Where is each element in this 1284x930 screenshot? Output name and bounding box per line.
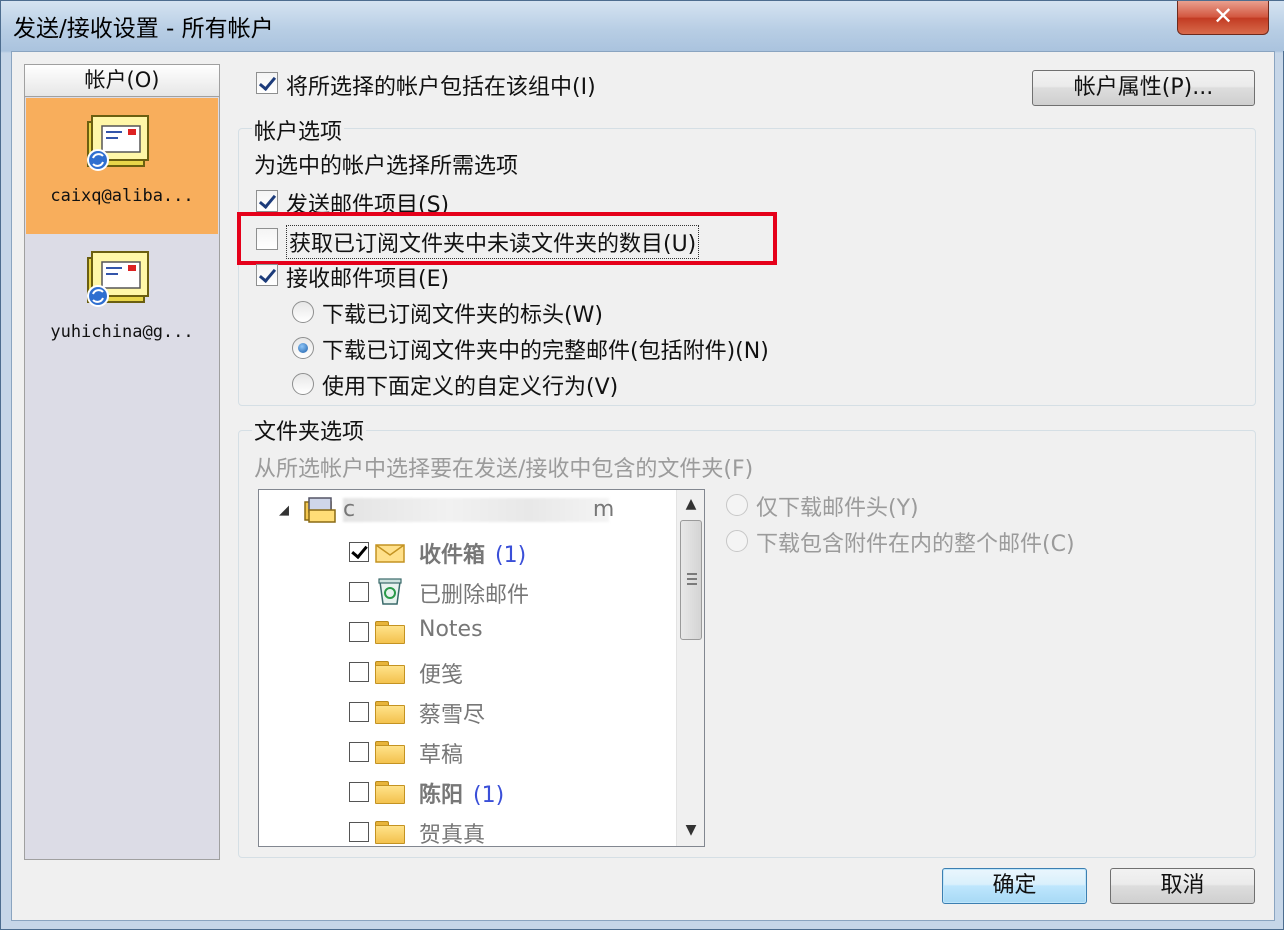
download-headers-radio[interactable] bbox=[292, 301, 314, 323]
grip-icon bbox=[687, 573, 697, 585]
scroll-thumb[interactable] bbox=[680, 520, 702, 640]
unread-count-checkbox[interactable] bbox=[256, 228, 278, 250]
tree-scrollbar[interactable]: ▲ ▼ bbox=[676, 490, 704, 846]
folder-options-title: 文件夹选项 bbox=[252, 414, 367, 446]
unread-count-label: 获取已订阅文件夹中未读文件夹的数目(U) bbox=[286, 225, 700, 259]
download-full-items-label: 下载已订阅文件夹中的完整邮件(包括附件)(N) bbox=[322, 339, 769, 364]
account-list-header[interactable]: 帐户(O) bbox=[25, 65, 219, 97]
folder-icon bbox=[375, 741, 405, 764]
folder-checkbox[interactable] bbox=[349, 662, 369, 682]
tree-folder-row[interactable]: 便笺 bbox=[259, 652, 669, 692]
folder-checkbox[interactable] bbox=[349, 542, 369, 562]
tree-account-row[interactable]: ◢ c m bbox=[259, 492, 669, 532]
cancel-button[interactable]: 取消 bbox=[1110, 868, 1255, 904]
tree-folder-row[interactable]: 草稿 bbox=[259, 732, 669, 772]
folder-name: Notes bbox=[419, 617, 483, 642]
folder-icon bbox=[375, 661, 405, 684]
title-bar[interactable]: 发送/接收设置 - 所有帐户 ✕ bbox=[1, 1, 1284, 51]
folder-icon bbox=[375, 821, 405, 844]
custom-behavior-radio[interactable] bbox=[292, 373, 314, 395]
include-account-checkbox[interactable] bbox=[256, 72, 278, 94]
account-properties-button[interactable]: 帐户属性(P)... bbox=[1032, 70, 1255, 106]
download-headers-label: 下载已订阅文件夹的标头(W) bbox=[322, 303, 603, 328]
folder-checkbox[interactable] bbox=[349, 622, 369, 642]
headers-only-label: 仅下载邮件头(Y) bbox=[756, 496, 919, 521]
close-icon[interactable]: ✕ bbox=[1213, 2, 1233, 30]
folder-icon bbox=[375, 621, 405, 644]
tree-folder-row[interactable]: 陈阳 (1) bbox=[259, 772, 669, 812]
unread-count: (1) bbox=[495, 543, 527, 568]
folder-name: 已删除邮件 bbox=[419, 583, 530, 608]
inbox-icon bbox=[375, 544, 405, 563]
receive-items-checkbox[interactable] bbox=[256, 264, 278, 286]
tree-folder-row[interactable]: Notes bbox=[259, 612, 669, 652]
folder-icon bbox=[375, 701, 405, 724]
window-title: 发送/接收设置 - 所有帐户 bbox=[13, 16, 274, 42]
account-options-title: 帐户选项 bbox=[252, 114, 345, 146]
close-button[interactable]: ✕ bbox=[1177, 1, 1269, 35]
folder-checkbox[interactable] bbox=[349, 782, 369, 802]
folder-checkbox[interactable] bbox=[349, 702, 369, 722]
folder-checkbox[interactable] bbox=[349, 742, 369, 762]
include-account-label: 将所选择的帐户包括在该组中(I) bbox=[286, 75, 596, 100]
account-item-1[interactable]: caixq@aliba... bbox=[26, 98, 218, 234]
full-message-label: 下载包含附件在内的整个邮件(C) bbox=[756, 532, 1075, 557]
account-list: 帐户(O) caixq@aliba... yuhichina@g... bbox=[24, 64, 220, 860]
headers-only-radio[interactable] bbox=[726, 494, 748, 516]
receive-items-label: 接收邮件项目(E) bbox=[286, 267, 450, 292]
folder-checkbox[interactable] bbox=[349, 582, 369, 602]
custom-behavior-label: 使用下面定义的自定义行为(V) bbox=[322, 375, 619, 400]
scroll-down-icon[interactable]: ▼ bbox=[677, 816, 705, 844]
account-options-description: 为选中的帐户选择所需选项 bbox=[254, 154, 519, 179]
account-icon bbox=[304, 497, 336, 523]
folder-options-description: 从所选帐户中选择要在发送/接收中包含的文件夹(F) bbox=[254, 457, 754, 482]
tree-folder-row[interactable]: 已删除邮件 bbox=[259, 572, 669, 612]
account-item-2[interactable]: yuhichina@g... bbox=[26, 234, 218, 370]
collapse-arrow-icon[interactable]: ◢ bbox=[279, 503, 289, 518]
folder-tree[interactable]: ◢ c m 收件箱 (1) 已删除邮件 Notes 便笺 蔡雪尽 草稿 陈阳 (… bbox=[258, 489, 705, 847]
download-full-items-radio[interactable] bbox=[292, 337, 314, 359]
account-folder-icon bbox=[87, 115, 149, 171]
account-folder-icon bbox=[87, 251, 149, 307]
tree-folder-row[interactable]: 收件箱 (1) bbox=[259, 532, 669, 572]
folder-name: 便笺 bbox=[419, 663, 464, 688]
folder-name: 草稿 bbox=[419, 743, 464, 768]
send-receive-settings-dialog: 发送/接收设置 - 所有帐户 ✕ 帐户(O) caixq@aliba... yu… bbox=[0, 0, 1284, 930]
send-items-checkbox[interactable] bbox=[256, 190, 278, 212]
tree-folder-row[interactable]: 贺真真 bbox=[259, 812, 669, 847]
account-label: yuhichina@g... bbox=[50, 322, 194, 342]
dialog-body: 帐户(O) caixq@aliba... yuhichina@g... 将所选择… bbox=[11, 51, 1275, 921]
folder-name-text: 收件箱 bbox=[419, 543, 486, 568]
scroll-up-icon[interactable]: ▲ bbox=[677, 490, 705, 518]
tree-folder-row[interactable]: 蔡雪尽 bbox=[259, 692, 669, 732]
folder-name: 陈阳 (1) bbox=[419, 777, 504, 809]
account-root-label: c m bbox=[343, 497, 615, 522]
unread-count: (1) bbox=[473, 783, 505, 808]
folder-name: 贺真真 bbox=[419, 823, 486, 847]
ok-button[interactable]: 确定 bbox=[942, 868, 1087, 904]
folder-checkbox[interactable] bbox=[349, 822, 369, 842]
full-message-radio[interactable] bbox=[726, 530, 748, 552]
folder-name-text: 陈阳 bbox=[419, 783, 464, 808]
folder-icon bbox=[375, 781, 405, 804]
folder-name: 蔡雪尽 bbox=[419, 703, 486, 728]
account-label: caixq@aliba... bbox=[50, 186, 194, 206]
recycle-icon bbox=[378, 578, 402, 605]
folder-name: 收件箱 (1) bbox=[419, 537, 526, 569]
